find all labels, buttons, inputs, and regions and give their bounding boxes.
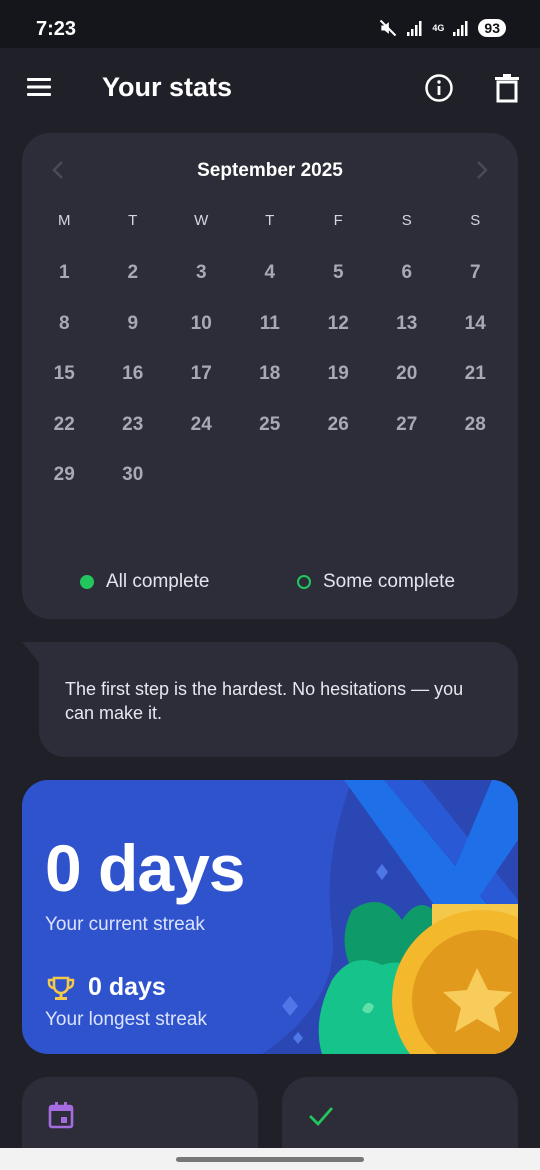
mute-icon [380,19,397,37]
signal-icon [407,21,422,36]
calendar-day[interactable]: 20 [373,349,442,400]
calendar-day [304,450,373,501]
calendar-day[interactable]: 6 [373,248,442,299]
calendar-grid: M T W T F S S 1 2 3 4 5 6 7 8 9 10 11 12… [30,207,510,501]
menu-icon[interactable] [26,76,52,98]
calendar-day[interactable]: 18 [236,349,305,400]
calendar-day[interactable]: 28 [441,400,510,451]
calendar-day[interactable]: 27 [373,400,442,451]
calendar-day[interactable]: 1 [30,248,99,299]
calendar-icon [48,1102,74,1129]
weekday-label: F [333,212,343,229]
calendar-card: September 2025 M T W T F S S 1 2 3 4 5 6… [22,133,518,619]
calendar-day[interactable]: 3 [167,248,236,299]
motivation-text: The first step is the hardest. No hesita… [65,679,464,723]
week-row: 22 23 24 25 26 27 28 [30,400,510,451]
calendar-day [236,450,305,501]
calendar-day[interactable]: 9 [99,299,168,350]
app-bar: Your stats [0,48,540,132]
chevron-right-icon[interactable] [474,158,490,182]
calendar-day[interactable]: 25 [236,400,305,451]
calendar-day[interactable]: 17 [167,349,236,400]
status-bar: 7:23 4G 93 [0,0,540,48]
calendar-day[interactable]: 14 [441,299,510,350]
page-title: Your stats [102,72,233,102]
weekday-label: S [470,212,481,229]
calendar-day[interactable]: 12 [304,299,373,350]
calendar-day [167,450,236,501]
filled-dot-icon [80,575,94,589]
calendar-day[interactable]: 23 [99,400,168,451]
network-type: 4G [432,22,445,33]
calendar-day[interactable]: 30 [99,450,168,501]
trash-icon[interactable] [493,73,521,103]
calendar-day[interactable]: 8 [30,299,99,350]
calendar-day[interactable]: 16 [99,349,168,400]
battery-level: 93 [478,19,506,37]
status-time: 7:23 [36,18,77,40]
calendar-day[interactable]: 13 [373,299,442,350]
current-streak-label: Your current streak [45,914,205,935]
streak-card: 0 days Your current streak 0 days Your l… [22,780,518,1054]
calendar-day[interactable]: 7 [441,248,510,299]
calendar-day[interactable]: 22 [30,400,99,451]
weekday-row: M T W T F S S [30,207,510,235]
calendar-day[interactable]: 24 [167,400,236,451]
home-handle[interactable] [176,1157,364,1162]
weekday-label: W [194,212,209,229]
longest-streak-label: Your longest streak [45,1009,207,1030]
legend-all-complete: All complete [80,571,210,593]
legend-some-complete: Some complete [297,571,455,593]
status-icons: 4G 93 [378,18,506,38]
weekday-label: S [401,212,412,229]
calendar-days: 1 2 3 4 5 6 7 8 9 10 11 12 13 14 15 16 1… [30,248,510,501]
calendar-day[interactable]: 19 [304,349,373,400]
legend-label: Some complete [323,571,456,592]
current-streak-value: 0 days [45,831,245,905]
week-row: 1 2 3 4 5 6 7 [30,248,510,299]
signal-icon-2 [453,21,468,36]
calendar-day[interactable]: 10 [167,299,236,350]
calendar-day [373,450,442,501]
check-icon [309,1107,334,1127]
weekday-label: T [265,212,275,229]
hollow-dot-icon [297,575,311,589]
calendar-day[interactable]: 21 [441,349,510,400]
week-row: 29 30 [30,450,510,501]
longest-streak-value: 0 days [88,973,166,1001]
calendar-day [441,450,510,501]
calendar-day[interactable]: 15 [30,349,99,400]
calendar-month: September 2025 [197,160,343,181]
week-row: 8 9 10 11 12 13 14 [30,299,510,350]
legend-label: All complete [106,571,210,592]
weekday-label: M [58,212,71,229]
info-icon[interactable] [424,73,454,103]
trophy-icon [47,976,75,1000]
calendar-day[interactable]: 26 [304,400,373,451]
calendar-day[interactable]: 2 [99,248,168,299]
week-row: 15 16 17 18 19 20 21 [30,349,510,400]
calendar-day[interactable]: 5 [304,248,373,299]
motivation-bubble: The first step is the hardest. No hesita… [39,642,518,757]
calendar-day[interactable]: 4 [236,248,305,299]
calendar-day[interactable]: 11 [236,299,305,350]
calendar-day[interactable]: 29 [30,450,99,501]
weekday-label: T [128,212,138,229]
system-nav-bar [0,1148,540,1170]
